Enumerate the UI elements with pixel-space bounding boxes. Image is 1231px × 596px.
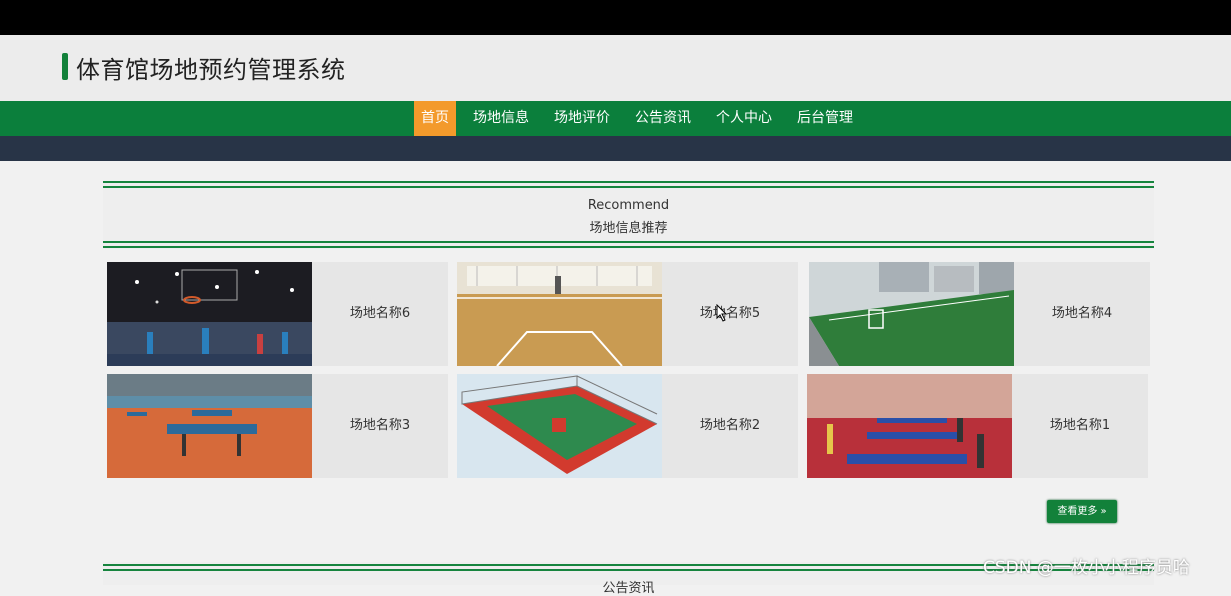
screen-top-bar — [0, 0, 1231, 35]
nav-item-announcements[interactable]: 公告资讯 — [627, 101, 699, 136]
venue-image-basketball[interactable] — [107, 262, 312, 366]
next-section-title: 公告资讯 — [602, 581, 655, 596]
venue-name[interactable]: 场地名称1 — [1012, 374, 1148, 478]
venue-image-table-tennis-room[interactable] — [807, 374, 1012, 478]
nav-item-admin[interactable]: 后台管理 — [789, 101, 861, 136]
divider-line — [103, 186, 1154, 188]
venue-card[interactable]: 场地名称1 — [807, 374, 1148, 478]
venue-name[interactable]: 场地名称3 — [312, 374, 448, 478]
site-title: 体育馆场地预约管理系统 — [76, 56, 346, 84]
recommend-header: Recommend 场地信息推荐 — [103, 181, 1154, 249]
nav-item-personal-center[interactable]: 个人中心 — [708, 101, 780, 136]
venue-name[interactable]: 场地名称2 — [662, 374, 798, 478]
main-nav: 首页 场地信息 场地评价 公告资讯 个人中心 后台管理 — [0, 101, 1231, 136]
venue-name[interactable]: 场地名称5 — [662, 262, 798, 366]
divider-line — [103, 246, 1154, 248]
recommend-title-cn: 场地信息推荐 — [589, 221, 668, 236]
venue-card[interactable]: 场地名称3 — [107, 374, 448, 478]
view-more-button[interactable]: 查看更多 » — [1047, 500, 1117, 523]
venue-image-outdoor-court[interactable] — [457, 374, 662, 478]
venue-image-football[interactable] — [809, 262, 1014, 366]
venue-card[interactable]: 场地名称2 — [457, 374, 798, 478]
nav-item-venue-review[interactable]: 场地评价 — [546, 101, 618, 136]
nav-item-venue-info[interactable]: 场地信息 — [465, 101, 537, 136]
nav-item-home[interactable]: 首页 — [414, 101, 456, 136]
venue-image-table-tennis-hall[interactable] — [107, 374, 312, 478]
title-accent-bar — [62, 53, 68, 80]
venue-image-gym-floor[interactable] — [457, 262, 662, 366]
divider-line — [103, 241, 1154, 243]
recommend-title-en: Recommend — [587, 198, 670, 213]
banner-strip — [0, 136, 1231, 161]
csdn-watermark: CSDN @一枚小小程序员哈 — [983, 558, 1190, 578]
nav-items: 首页 场地信息 场地评价 公告资讯 个人中心 后台管理 — [414, 101, 870, 136]
site-header: 体育馆场地预约管理系统 — [0, 35, 1231, 101]
venue-card[interactable]: 场地名称4 — [809, 262, 1150, 366]
mouse-cursor-icon — [716, 304, 728, 322]
venue-card[interactable]: 场地名称6 — [107, 262, 448, 366]
venue-card[interactable]: 场地名称5 — [457, 262, 798, 366]
venue-name[interactable]: 场地名称6 — [312, 262, 448, 366]
divider-line — [103, 181, 1154, 183]
venue-name[interactable]: 场地名称4 — [1014, 262, 1150, 366]
